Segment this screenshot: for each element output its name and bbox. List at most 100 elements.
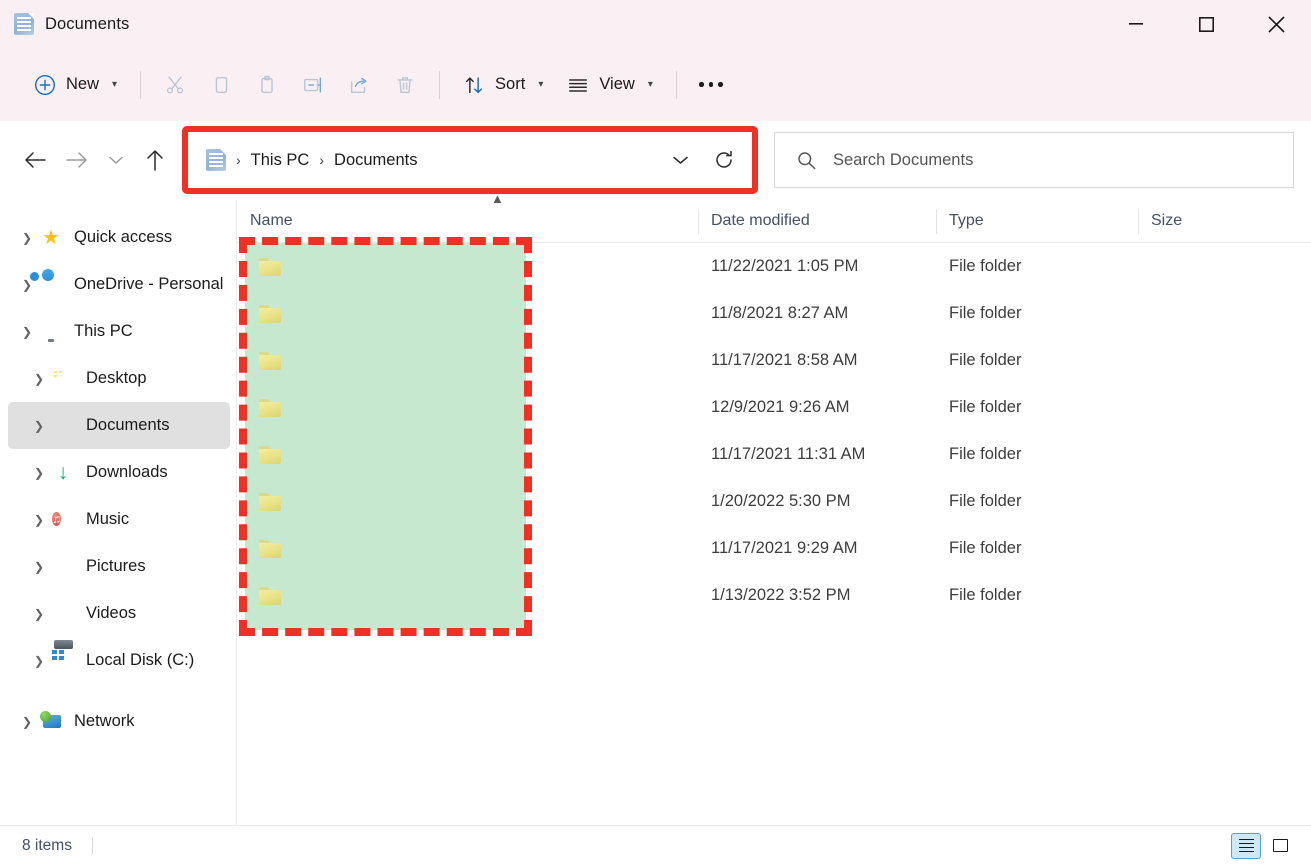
breadcrumb-this-pc[interactable]: This PC <box>251 151 310 170</box>
date-modified-cell: 11/17/2021 11:31 AM <box>698 431 936 478</box>
large-icons-view-toggle[interactable] <box>1265 833 1295 859</box>
table-row[interactable]: SnapDraw-Free 11/17/2021 9:29 AM File fo… <box>237 525 1311 572</box>
forward-button[interactable] <box>56 140 98 180</box>
sort-button[interactable]: Sort ▾ <box>451 64 555 106</box>
share-button[interactable] <box>336 64 382 106</box>
star-icon: ★ <box>40 227 62 249</box>
document-icon <box>52 415 74 437</box>
date-modified-cell: 11/8/2021 8:27 AM <box>698 290 936 337</box>
sidebar-item-label: Downloads <box>86 463 168 482</box>
folder-icon <box>259 352 281 370</box>
new-button[interactable]: New ▾ <box>22 64 129 106</box>
table-row[interactable]: R-TT 12/9/2021 9:26 AM File folder <box>237 384 1311 431</box>
up-button[interactable] <box>134 140 176 180</box>
column-header-date-modified[interactable]: Date modified <box>698 200 936 243</box>
sidebar-item-this-pc[interactable]: ❯ This PC <box>8 308 230 355</box>
column-header-type[interactable]: Type <box>936 200 1138 243</box>
breadcrumb: › This PC › Documents <box>206 149 658 171</box>
chevron-right-icon[interactable]: ❯ <box>26 608 52 620</box>
sidebar-item-pictures[interactable]: ❯ Pictures <box>8 543 230 590</box>
sidebar-item-network[interactable]: ❯ Network <box>8 698 230 745</box>
view-button[interactable]: View ▾ <box>555 64 665 106</box>
details-view-toggle[interactable] <box>1231 833 1261 859</box>
sidebar-item-quick-access[interactable]: ❯ ★ Quick access <box>8 214 230 261</box>
size-cell <box>1138 243 1278 290</box>
column-header-name[interactable]: Name ▲ <box>237 200 698 243</box>
chevron-right-icon[interactable]: ❯ <box>14 232 40 244</box>
address-bar[interactable]: › This PC › Documents <box>188 132 752 188</box>
chevron-right-icon[interactable]: ❯ <box>26 514 52 526</box>
table-row[interactable]: ShareX 1/20/2022 5:30 PM File folder <box>237 478 1311 525</box>
size-cell <box>1138 431 1278 478</box>
navigation-pane[interactable]: ❯ ★ Quick access ❯ OneDrive - Personal ❯… <box>0 200 237 825</box>
back-button[interactable] <box>14 140 56 180</box>
refresh-button[interactable] <box>702 136 746 184</box>
chevron-right-icon[interactable]: ❯ <box>26 420 52 432</box>
type-cell: File folder <box>936 431 1138 478</box>
date-modified-cell: 1/20/2022 5:30 PM <box>698 478 936 525</box>
file-name-cell[interactable]: R-TT <box>237 384 698 431</box>
date-modified-cell: 11/22/2021 1:05 PM <box>698 243 936 290</box>
view-lines-icon <box>567 74 589 96</box>
cut-button[interactable] <box>152 64 198 106</box>
file-name-cell[interactable]: DonationCoder <box>237 337 698 384</box>
table-row[interactable]: CaptureView 11/22/2021 1:05 PM File fold… <box>237 243 1311 290</box>
sidebar-item-onedrive[interactable]: ❯ OneDrive - Personal <box>8 261 230 308</box>
table-row[interactable]: Screenshots 11/17/2021 11:31 AM File fol… <box>237 431 1311 478</box>
search-input[interactable]: Search Documents <box>833 151 973 170</box>
chevron-down-icon[interactable]: ❯ <box>14 326 40 338</box>
file-name-cell[interactable]: CaptureView <box>237 243 698 290</box>
file-name-label: Screenshots <box>293 445 385 464</box>
type-cell: File folder <box>936 384 1138 431</box>
chevron-right-icon[interactable]: ❯ <box>14 716 40 728</box>
close-button[interactable] <box>1241 0 1311 48</box>
status-divider <box>92 837 93 854</box>
chevron-right-icon[interactable]: ❯ <box>26 467 52 479</box>
sidebar-item-local-disk-c[interactable]: ❯ Local Disk (C:) <box>8 637 230 684</box>
column-header-size-label: Size <box>1138 212 1182 230</box>
sidebar-item-desktop[interactable]: ❯ Desktop <box>8 355 230 402</box>
file-name-cell[interactable]: ViberDownloads <box>237 572 698 619</box>
search-box[interactable]: Search Documents <box>774 132 1294 188</box>
minimize-button[interactable] <box>1101 0 1171 48</box>
toolbar-divider <box>676 71 677 99</box>
file-name-cell[interactable]: ShareX <box>237 478 698 525</box>
window-title: Documents <box>45 15 129 34</box>
file-name-cell[interactable]: Screenshots <box>237 431 698 478</box>
address-bar-actions <box>658 136 746 184</box>
sidebar-item-label: Desktop <box>86 369 147 388</box>
sidebar-item-videos[interactable]: ❯ Videos <box>8 590 230 637</box>
rename-button[interactable] <box>290 64 336 106</box>
paste-button[interactable] <box>244 64 290 106</box>
recent-locations-button[interactable] <box>98 140 134 180</box>
table-row[interactable]: ViberDownloads 1/13/2022 3:52 PM File fo… <box>237 572 1311 619</box>
maximize-button[interactable] <box>1171 0 1241 48</box>
breadcrumb-documents[interactable]: Documents <box>334 151 417 170</box>
see-more-button[interactable] <box>688 64 734 106</box>
chevron-right-icon[interactable]: ❯ <box>26 655 52 667</box>
network-icon <box>40 711 62 733</box>
column-header-size[interactable]: Size <box>1138 200 1278 243</box>
column-header-name-label: Name <box>237 212 293 230</box>
new-button-label: New <box>66 75 99 94</box>
large-icons-view-icon <box>1273 839 1288 852</box>
table-row[interactable]: DonationCoder 11/17/2021 8:58 AM File fo… <box>237 337 1311 384</box>
table-row[interactable]: Custom Office Templates 11/8/2021 8:27 A… <box>237 290 1311 337</box>
sidebar-item-music[interactable]: ❯ ♫ Music <box>8 496 230 543</box>
copy-button[interactable] <box>198 64 244 106</box>
sidebar-item-downloads[interactable]: ❯ ↓ Downloads <box>8 449 230 496</box>
plus-circle-icon <box>34 74 56 96</box>
up-arrow-icon <box>146 149 164 171</box>
forward-arrow-icon <box>66 151 88 169</box>
folder-icon <box>259 493 281 511</box>
address-dropdown-button[interactable] <box>658 136 702 184</box>
file-name-cell[interactable]: Custom Office Templates <box>237 290 698 337</box>
sidebar-item-documents[interactable]: ❯ Documents <box>8 402 230 449</box>
toolbar-divider <box>439 71 440 99</box>
file-rows: CaptureView 11/22/2021 1:05 PM File fold… <box>237 243 1311 619</box>
delete-button[interactable] <box>382 64 428 106</box>
rename-icon <box>302 74 324 96</box>
type-cell: File folder <box>936 243 1138 290</box>
chevron-right-icon[interactable]: ❯ <box>26 373 52 385</box>
file-name-cell[interactable]: SnapDraw-Free <box>237 525 698 572</box>
